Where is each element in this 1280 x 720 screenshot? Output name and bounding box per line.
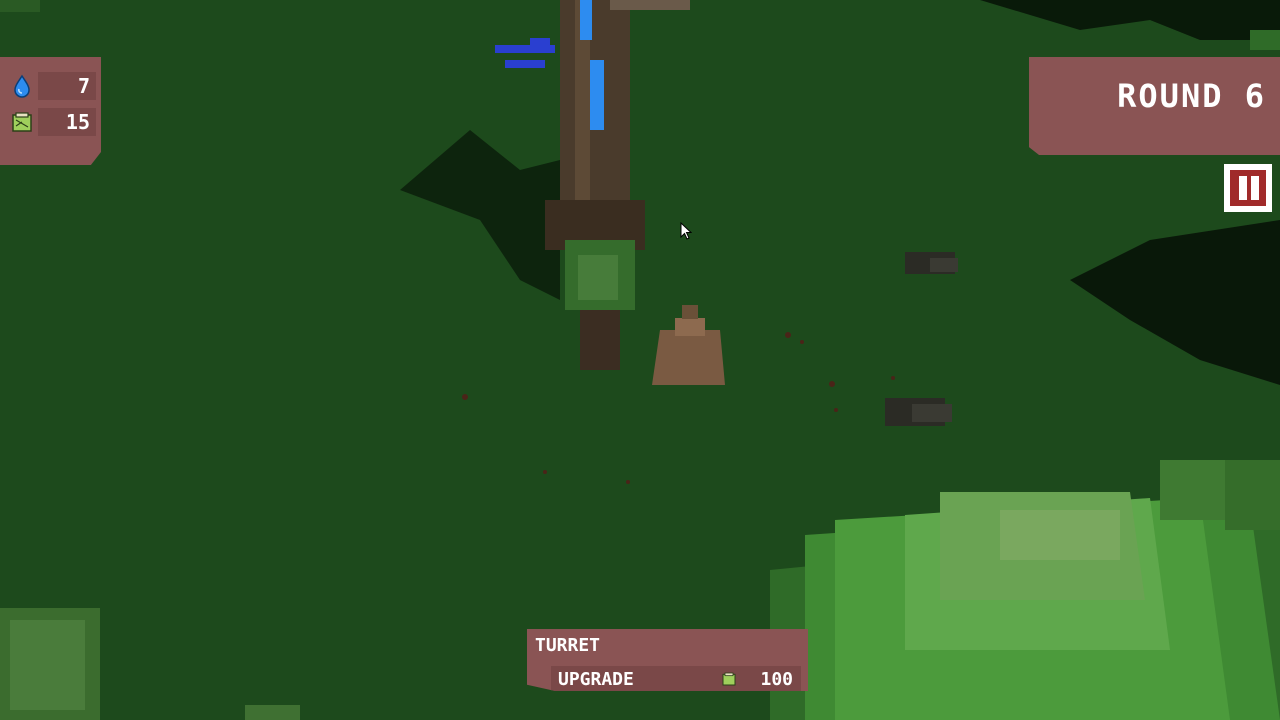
pause-button[interactable] [1224, 164, 1272, 212]
upgrade-label: UPGRADE [558, 669, 634, 690]
paper-stack-icon [722, 672, 736, 686]
pause-icon [1230, 170, 1266, 206]
water-drop-icon [14, 74, 30, 98]
resource-panel: 7 15 [0, 57, 101, 165]
water-count: 7 [38, 72, 96, 100]
turret-info-panel: TURRET UPGRADE 100 [527, 629, 808, 691]
paper-resource: 15 [8, 108, 96, 136]
paper-count: 15 [38, 108, 96, 136]
turret-title: TURRET [535, 635, 601, 656]
enemy-unit [885, 398, 952, 426]
enemy-unit [905, 252, 958, 274]
water-resource: 7 [8, 72, 96, 100]
upgrade-cost: 100 [760, 669, 793, 690]
mouse-cursor-icon [680, 222, 692, 240]
round-label: ROUND 6 [1117, 77, 1266, 115]
round-panel: ROUND 6 [1029, 57, 1280, 155]
upgrade-button[interactable]: UPGRADE 100 [551, 666, 801, 691]
paper-stack-icon [12, 112, 32, 132]
